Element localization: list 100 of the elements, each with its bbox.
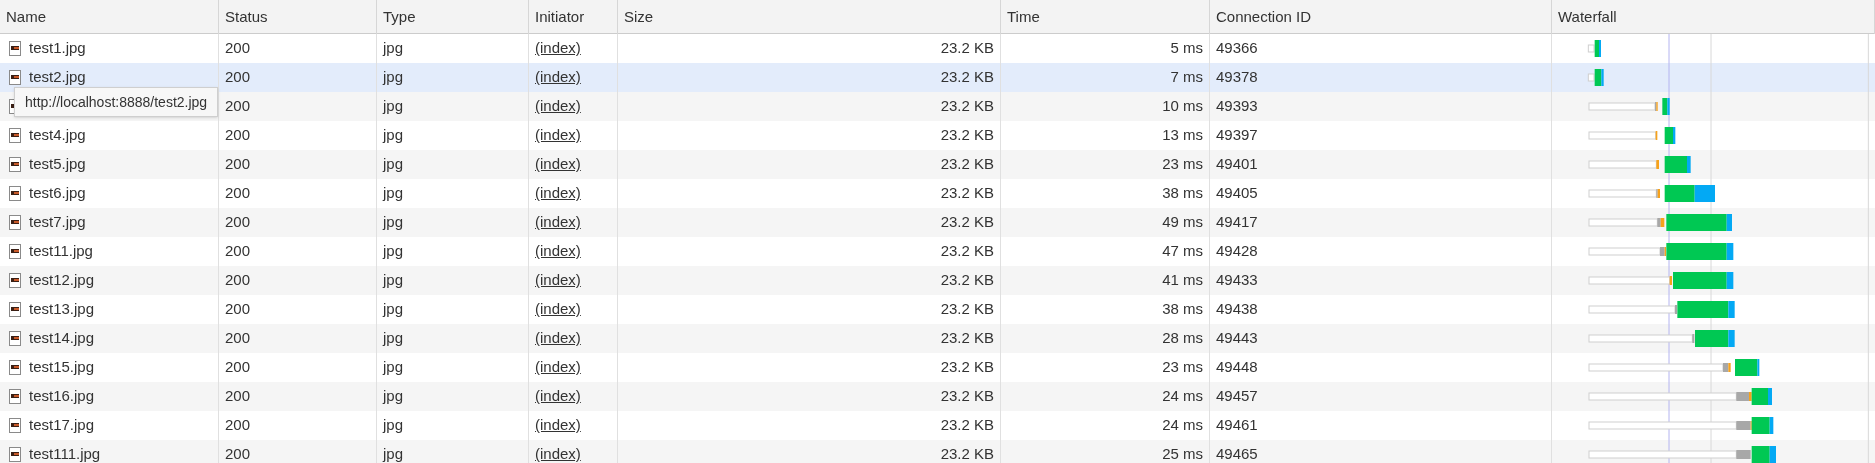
initiator-link[interactable]: (index) [535,240,581,263]
image-file-icon [9,157,21,172]
file-size: 23.2 KB [940,299,994,320]
column-header[interactable]: Name [6,5,46,29]
connection-id: 49405 [1216,183,1258,204]
status-code: 200 [225,212,251,233]
file-name: test13.jpg [29,299,95,320]
image-file-icon [9,389,21,404]
image-file-icon [9,331,21,346]
status-code: 200 [225,328,251,349]
request-time: 5 ms [1170,38,1203,59]
connection-id: 49438 [1216,299,1258,320]
request-time: 41 ms [1162,270,1203,291]
image-file-icon [9,418,21,433]
initiator-link[interactable]: (index) [535,153,581,176]
status-code: 200 [225,154,251,175]
connection-id: 49433 [1216,270,1258,291]
file-type: jpg [383,96,404,117]
request-time: 38 ms [1162,183,1203,204]
file-size: 23.2 KB [940,386,994,407]
request-time: 10 ms [1162,96,1203,117]
file-type: jpg [383,241,404,262]
waterfall-bar [1587,40,1601,57]
file-size: 23.2 KB [940,183,994,204]
request-time: 28 ms [1162,328,1203,349]
request-time: 49 ms [1162,212,1203,233]
file-type: jpg [383,415,404,436]
status-code: 200 [225,299,251,320]
connection-id: 49393 [1216,96,1258,117]
request-row[interactable]: test16.jpg 200 jpg (index) 23.2 KB 24 ms 49457 [0,382,1875,411]
image-file-icon [9,447,21,462]
column-header[interactable]: Time [1007,5,1040,29]
connection-id: 49461 [1216,415,1258,436]
connection-id: 49448 [1216,357,1258,378]
column-header[interactable]: Status [225,5,268,29]
request-row[interactable]: test111.jpg 200 jpg (index) 23.2 KB 25 ms 49465 [0,440,1875,463]
file-size: 23.2 KB [940,212,994,233]
request-time: 7 ms [1170,67,1203,88]
status-code: 200 [225,444,251,463]
file-type: jpg [383,212,404,233]
column-header[interactable]: Size [624,5,654,29]
connection-id: 49443 [1216,328,1258,349]
file-size: 23.2 KB [940,154,994,175]
initiator-link[interactable]: (index) [535,327,581,350]
initiator-link[interactable]: (index) [535,443,581,463]
file-size: 23.2 KB [940,38,994,59]
image-file-icon [9,244,21,259]
request-row[interactable]: test14.jpg 200 jpg (index) 23.2 KB 28 ms 49443 [0,324,1875,353]
initiator-link[interactable]: (index) [535,66,581,89]
column-header[interactable]: Connection ID [1216,5,1312,29]
status-code: 200 [225,38,251,59]
initiator-link[interactable]: (index) [535,385,581,408]
connection-id: 49417 [1216,212,1258,233]
initiator-link[interactable]: (index) [535,414,581,437]
initiator-link[interactable]: (index) [535,356,581,379]
file-name: test11.jpg [29,241,93,262]
file-name: test17.jpg [29,415,95,436]
file-name: test15.jpg [29,357,95,378]
connection-id: 49428 [1216,241,1258,262]
file-type: jpg [383,183,404,204]
connection-id: 49457 [1216,386,1258,407]
image-file-icon [9,273,21,288]
initiator-link[interactable]: (index) [535,95,581,118]
file-name: test12.jpg [29,270,95,291]
initiator-link[interactable]: (index) [535,124,581,147]
status-code: 200 [225,386,251,407]
initiator-link[interactable]: (index) [535,269,581,292]
connection-id: 49465 [1216,444,1258,463]
connection-id: 49366 [1216,38,1258,59]
file-name: test7.jpg [29,212,86,233]
column-header[interactable]: Waterfall [1558,5,1617,29]
image-file-icon [9,70,21,85]
status-code: 200 [225,96,251,117]
file-type: jpg [383,328,404,349]
initiator-link[interactable]: (index) [535,298,581,321]
image-file-icon [9,186,21,201]
initiator-link[interactable]: (index) [535,37,581,60]
request-row[interactable]: test5.jpg 200 jpg (index) 23.2 KB 23 ms 49401 [0,150,1875,179]
file-name: test16.jpg [29,386,95,407]
file-size: 23.2 KB [940,67,994,88]
request-time: 24 ms [1162,386,1203,407]
status-code: 200 [225,415,251,436]
column-header[interactable]: Type [383,5,416,29]
file-size: 23.2 KB [940,357,994,378]
file-type: jpg [383,357,404,378]
file-name: test5.jpg [29,154,86,175]
status-code: 200 [225,67,251,88]
initiator-link[interactable]: (index) [535,182,581,205]
request-row[interactable]: test2.jpg 200 jpg (index) 23.2 KB 7 ms 49378 [0,63,1875,92]
request-time: 23 ms [1162,357,1203,378]
request-row[interactable]: test7.jpg 200 jpg (index) 23.2 KB 49 ms 49417 [0,208,1875,237]
request-row[interactable]: test12.jpg 200 jpg (index) 23.2 KB 41 ms 49433 [0,266,1875,295]
file-name: test2.jpg [29,67,86,88]
file-type: jpg [383,444,404,463]
file-name: test111.jpg [29,444,101,463]
initiator-link[interactable]: (index) [535,211,581,234]
image-file-icon [9,215,21,230]
status-code: 200 [225,270,251,291]
column-header[interactable]: Initiator [535,5,585,29]
file-name: test14.jpg [29,328,95,349]
